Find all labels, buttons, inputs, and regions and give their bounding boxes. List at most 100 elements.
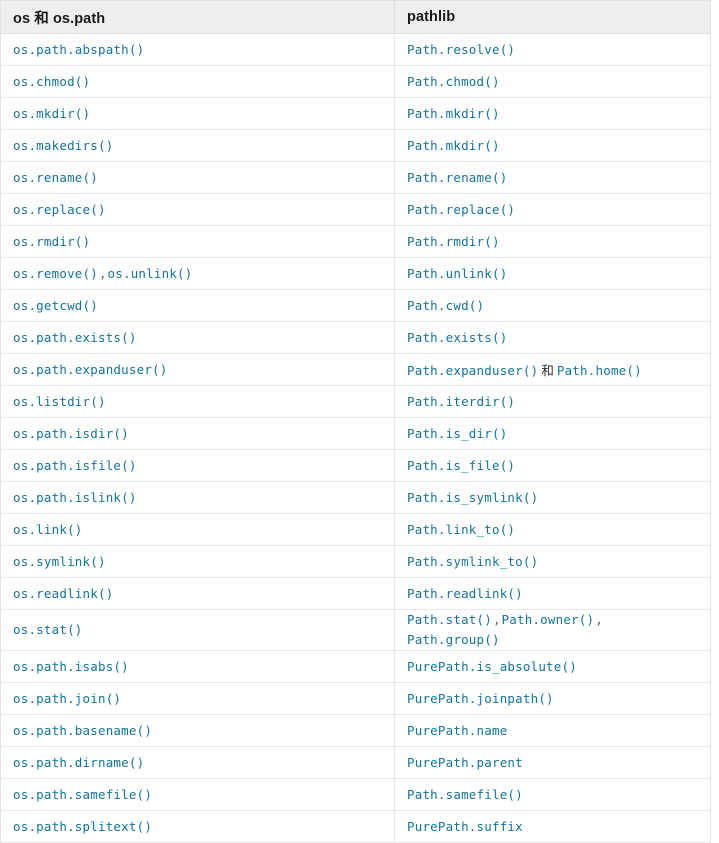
cell-os-function: os.path.join() <box>0 682 395 715</box>
cell-pathlib-function: Path.is_symlink() <box>394 481 711 514</box>
table-row: os.path.samefile() Path.samefile() <box>0 778 711 811</box>
pathlib-function-name: Path.samefile() <box>407 786 523 802</box>
pathlib-function-name: Path.mkdir() <box>407 137 500 153</box>
cell-os-function: os.path.dirname() <box>0 746 395 779</box>
table-row: os.makedirs() Path.mkdir() <box>0 129 711 162</box>
pathlib-function-name: Path.resolve() <box>407 41 516 57</box>
table-row: os.mkdir() Path.mkdir() <box>0 97 711 130</box>
table-row: os.link() Path.link_to() <box>0 513 711 546</box>
table-row: os.readlink() Path.readlink() <box>0 577 711 610</box>
pathlib-function-name: Path.rename() <box>407 169 508 185</box>
os-function-name: os.mkdir() <box>13 105 91 121</box>
cell-pathlib-function: Path.rename() <box>394 161 711 194</box>
cell-pathlib-function: Path.exists() <box>394 321 711 354</box>
cell-pathlib-function: PurePath.name <box>394 714 711 747</box>
os-function-name: os.path.exists() <box>13 329 137 345</box>
cell-pathlib-function: Path.resolve() <box>394 33 711 66</box>
table-row: os.stat() Path.stat(),Path.owner(), Path.g… <box>0 609 711 651</box>
cell-pathlib-function: PurePath.suffix <box>394 810 711 843</box>
cell-os-function: os.path.isabs() <box>0 650 395 683</box>
pathlib-function-name: Path.symlink_to() <box>407 553 539 569</box>
cell-pathlib-function: Path.symlink_to() <box>394 545 711 578</box>
pathlib-function-name: Path.mkdir() <box>407 105 500 121</box>
os-function-name: os.rename() <box>13 169 98 185</box>
pathlib-function-name: Path.is_file() <box>407 457 516 473</box>
table-row: os.replace() Path.replace() <box>0 193 711 226</box>
os-pathlib-comparison-table-wrapper: os 和 os.path pathlib os.path.abspath() Pa… <box>0 0 711 843</box>
cell-os-function: os.readlink() <box>0 577 395 610</box>
pathlib-function-name: Path.rmdir() <box>407 233 500 249</box>
table-row: os.path.exists() Path.exists() <box>0 321 711 354</box>
cell-pathlib-function: Path.iterdir() <box>394 385 711 418</box>
cell-pathlib-function: Path.stat(),Path.owner(), Path.group() <box>394 609 711 651</box>
pathlib-function-name: Path.chmod() <box>407 73 500 89</box>
column-header-os: os 和 os.path <box>0 0 395 34</box>
table-row: os.listdir() Path.iterdir() <box>0 385 711 418</box>
cell-pathlib-function: Path.expanduser() 和 Path.home() <box>394 353 711 386</box>
os-function-name: os.link() <box>13 521 83 537</box>
pathlib-function-name: PurePath.suffix <box>407 818 523 834</box>
os-function-name: os.stat() <box>13 622 83 637</box>
os-pathlib-comparison-table: os 和 os.path pathlib os.path.abspath() Pa… <box>0 0 711 843</box>
cell-os-function: os.path.isfile() <box>0 449 395 482</box>
cell-os-function: os.symlink() <box>0 545 395 578</box>
pathlib-function-name: Path.exists() <box>407 329 508 345</box>
pathlib-function-name: Path.iterdir() <box>407 393 516 409</box>
cell-pathlib-function: Path.readlink() <box>394 577 711 610</box>
cell-pathlib-function: PurePath.is_absolute() <box>394 650 711 683</box>
pathlib-function-name: Path.is_symlink() <box>407 489 539 505</box>
cell-os-function: os.listdir() <box>0 385 395 418</box>
table-row: os.path.join() PurePath.joinpath() <box>0 682 711 715</box>
separator-comma: , <box>98 265 107 281</box>
table-row: os.rename() Path.rename() <box>0 161 711 194</box>
os-function-name: os.path.isdir() <box>13 425 129 441</box>
cell-os-function: os.replace() <box>0 193 395 226</box>
cell-os-function: os.makedirs() <box>0 129 395 162</box>
separator-comma: , <box>492 612 501 627</box>
cell-pathlib-function: Path.rmdir() <box>394 225 711 258</box>
pathlib-function-name: PurePath.joinpath() <box>407 690 554 706</box>
cell-os-function: os.path.expanduser() <box>0 353 395 386</box>
cell-os-function: os.stat() <box>0 609 395 651</box>
os-function-name: os.makedirs() <box>13 137 114 153</box>
os-function-name: os.remove() <box>13 265 98 281</box>
pathlib-function-name: Path.link_to() <box>407 521 516 537</box>
pathlib-function-name-alt2: Path.group() <box>407 632 500 647</box>
cell-pathlib-function: Path.mkdir() <box>394 129 711 162</box>
os-function-name: os.listdir() <box>13 393 106 409</box>
os-function-name: os.symlink() <box>13 553 106 569</box>
table-body: os.path.abspath() Path.resolve() os.chmod(… <box>0 33 711 843</box>
table-row: os.path.abspath() Path.resolve() <box>0 33 711 66</box>
pathlib-function-name: Path.readlink() <box>407 585 523 601</box>
os-function-name: os.replace() <box>13 201 106 217</box>
os-function-name: os.rmdir() <box>13 233 91 249</box>
cell-os-function: os.link() <box>0 513 395 546</box>
table-row: os.path.splitext() PurePath.suffix <box>0 810 711 843</box>
table-row: os.getcwd() Path.cwd() <box>0 289 711 322</box>
table-row: os.path.dirname() PurePath.parent <box>0 746 711 779</box>
cell-pathlib-function: Path.is_dir() <box>394 417 711 450</box>
pathlib-function-name-alt: Path.owner() <box>501 612 595 627</box>
pathlib-function-name: PurePath.parent <box>407 754 523 770</box>
cell-os-function: os.mkdir() <box>0 97 395 130</box>
cell-os-function: os.rmdir() <box>0 225 395 258</box>
conjunction-text: 和 <box>541 362 554 378</box>
table-row: os.path.isabs() PurePath.is_absolute() <box>0 650 711 683</box>
cell-pathlib-function: PurePath.parent <box>394 746 711 779</box>
cell-os-function: os.chmod() <box>0 65 395 98</box>
table-row: os.path.expanduser() Path.expanduser() 和 Pa… <box>0 353 711 386</box>
cell-os-function: os.rename() <box>0 161 395 194</box>
cell-os-function: os.path.exists() <box>0 321 395 354</box>
pathlib-function-name: Path.replace() <box>407 201 516 217</box>
os-function-name: os.path.expanduser() <box>13 361 168 377</box>
table-header-row: os 和 os.path pathlib <box>0 0 711 34</box>
table-row: os.path.isdir() Path.is_dir() <box>0 417 711 450</box>
cell-os-function: os.path.splitext() <box>0 810 395 843</box>
cell-os-function: os.remove(),os.unlink() <box>0 257 395 290</box>
table-row: os.path.basename() PurePath.name <box>0 714 711 747</box>
os-function-name: os.getcwd() <box>13 297 98 313</box>
pathlib-function-name: Path.unlink() <box>407 265 508 281</box>
table-row: os.rmdir() Path.rmdir() <box>0 225 711 258</box>
pathlib-function-name: PurePath.name <box>407 722 508 738</box>
cell-os-function: os.path.samefile() <box>0 778 395 811</box>
